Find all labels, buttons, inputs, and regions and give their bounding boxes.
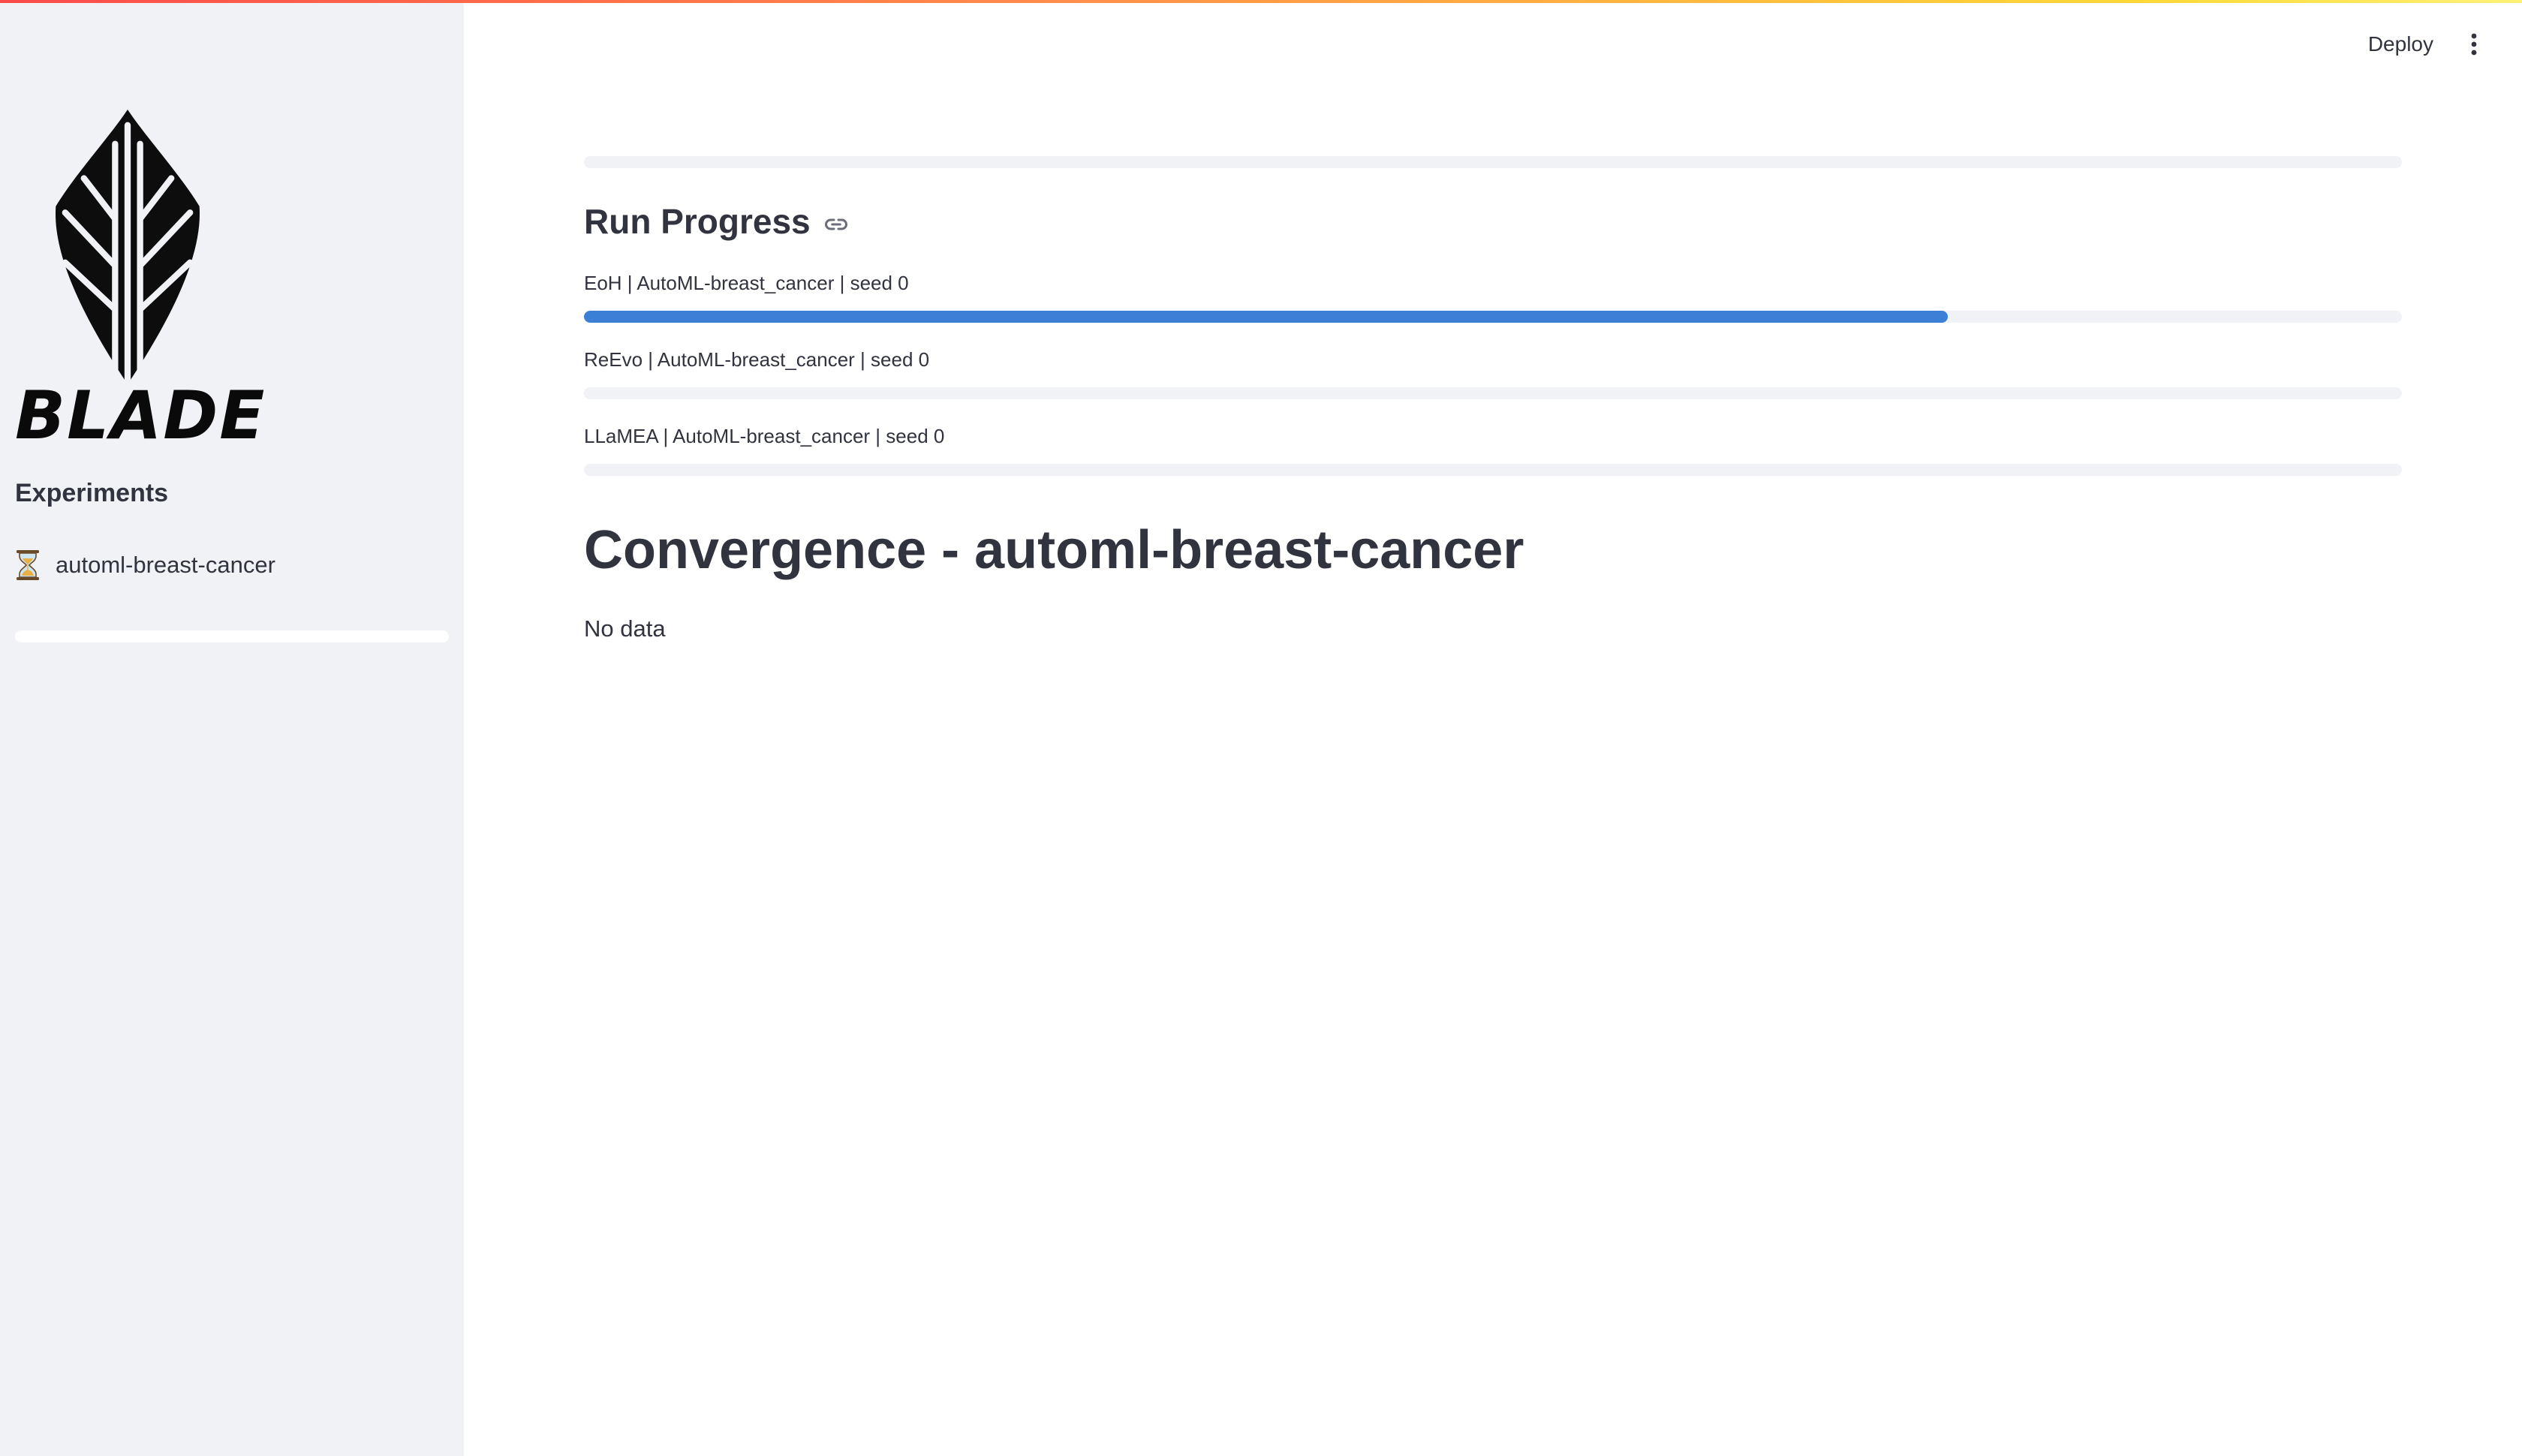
run-progress-fill-eoh — [584, 311, 1948, 323]
top-progress-bar — [584, 156, 2402, 168]
run-label-reevo: ReEvo | AutoML-breast_cancer | seed 0 — [584, 348, 930, 371]
run-progress-bar-llamea — [584, 464, 2402, 476]
sidebar-progress-bar — [15, 630, 449, 642]
experiment-item[interactable]: automl-breast-cancer — [15, 545, 275, 585]
deploy-button[interactable]: Deploy — [2356, 25, 2445, 64]
link-icon[interactable] — [823, 211, 850, 238]
convergence-title: Convergence - automl-breast-cancer — [584, 520, 1524, 580]
experiment-label: automl-breast-cancer — [56, 552, 275, 578]
run-progress-title: Run Progress — [584, 202, 811, 241]
no-data-message: No data — [584, 615, 666, 642]
top-decoration-bar — [0, 0, 2522, 3]
sidebar: BLADE Experiments automl-breast-cancer — [0, 0, 464, 1456]
run-progress-header: Run Progress — [584, 201, 850, 242]
run-label-eoh: EoH | AutoML-breast_cancer | seed 0 — [584, 272, 909, 294]
more-vertical-icon[interactable] — [2459, 29, 2489, 59]
blade-logo — [50, 110, 206, 384]
hourglass-icon — [17, 550, 39, 580]
run-label-llamea: LLaMEA | AutoML-breast_cancer | seed 0 — [584, 425, 945, 447]
header-actions: Deploy — [2356, 0, 2522, 89]
brand-name: BLADE — [15, 377, 266, 454]
run-progress-bar-reevo — [584, 387, 2402, 399]
experiments-heading: Experiments — [15, 479, 169, 507]
run-progress-bar-eoh — [584, 311, 2402, 323]
